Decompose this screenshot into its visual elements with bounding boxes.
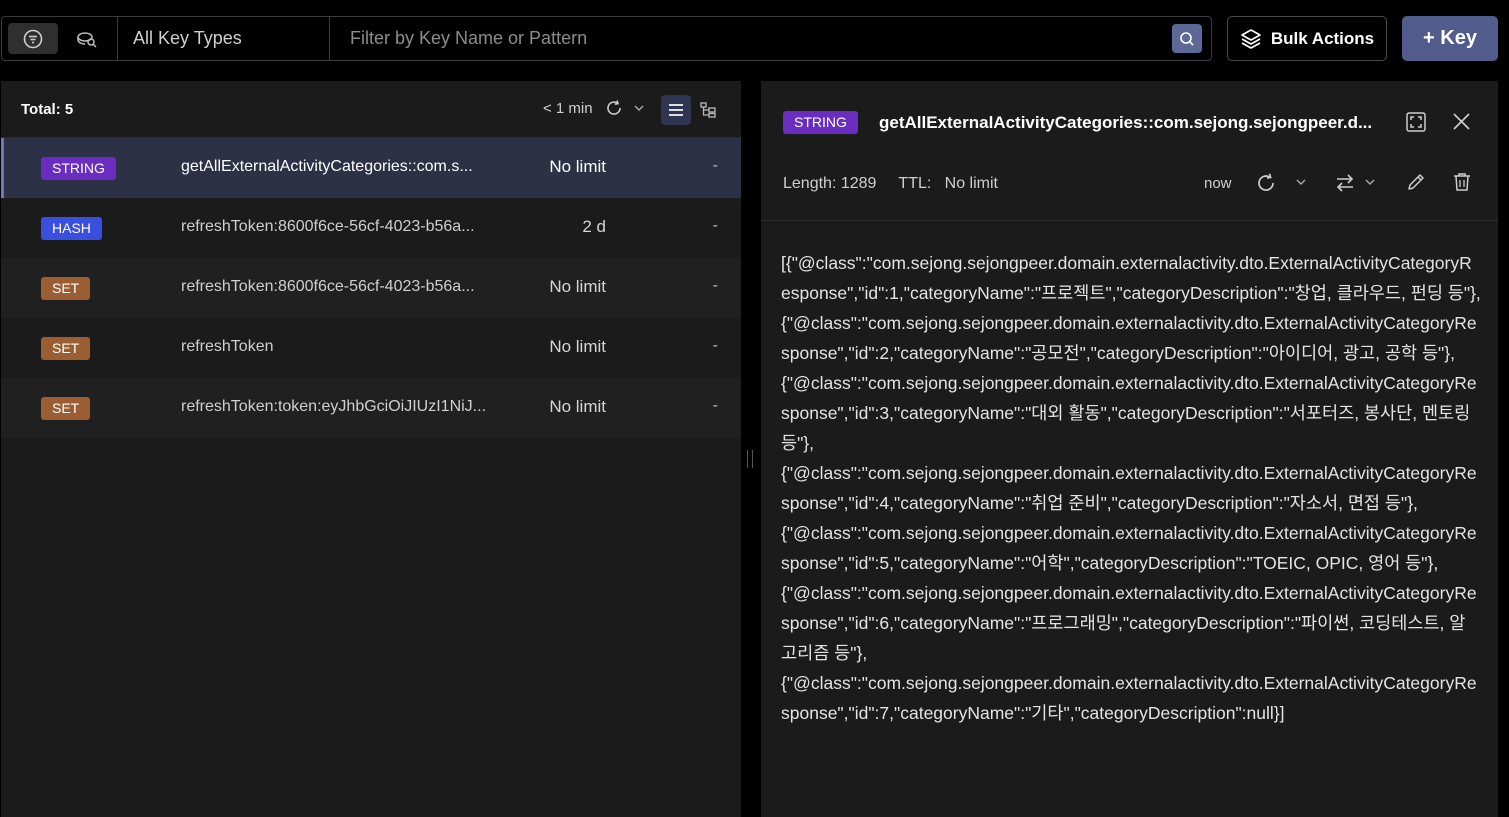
key-type-badge: HASH (41, 217, 102, 240)
key-ttl: No limit (549, 157, 606, 176)
refresh-icon[interactable] (605, 99, 623, 117)
panel-resize-handle[interactable] (747, 450, 753, 468)
key-length: Length: 1289 (783, 175, 877, 192)
key-size: - (712, 217, 718, 234)
tree-view-icon (700, 102, 716, 118)
key-list-header: Total: 5 < 1 min (1, 81, 741, 138)
key-detail-panel: STRING getAllExternalActivityCategories:… (761, 81, 1498, 817)
key-filter-input[interactable] (330, 17, 1211, 60)
bulk-actions-button[interactable]: Bulk Actions (1227, 16, 1387, 61)
add-key-button[interactable]: + Key (1402, 16, 1498, 61)
search-view-icon (76, 30, 98, 48)
key-list-panel: Total: 5 < 1 min STRING getAllExternalAc… (1, 81, 741, 817)
ttl-value: No limit (944, 175, 998, 192)
refresh-icon[interactable] (1255, 172, 1277, 194)
key-name: refreshToken:8600f6ce-56cf-4023-b56a... (181, 218, 475, 235)
search-wrap (330, 17, 1211, 60)
key-row[interactable]: SET refreshToken:8600f6ce-56cf-4023-b56a… (1, 258, 741, 318)
key-meta: Length: 1289 TTL: No limit (783, 175, 998, 193)
pencil-icon[interactable] (1405, 171, 1427, 193)
key-type-badge: SET (41, 397, 91, 420)
key-size: - (712, 157, 718, 174)
list-view-icon (668, 103, 684, 117)
key-size: - (712, 337, 718, 354)
list-view-button[interactable] (661, 95, 691, 125)
search-view-button[interactable] (62, 23, 112, 54)
bulk-actions-label: Bulk Actions (1270, 28, 1375, 48)
trash-icon[interactable] (1451, 171, 1473, 193)
key-type-select[interactable]: All Key Types (118, 17, 330, 60)
auto-refresh-chevron-down-icon[interactable] (1296, 178, 1306, 186)
filter-view-button[interactable] (8, 23, 58, 54)
key-type-badge: SET (41, 337, 91, 360)
key-row[interactable]: SET refreshToken:token:eyJhbGciOiJIUzI1N… (1, 378, 741, 438)
key-ttl: 2 d (582, 217, 606, 236)
total-count: Total: 5 (21, 100, 74, 118)
ttl-label: TTL: (898, 175, 932, 192)
format-chevron-down-icon[interactable] (1365, 178, 1375, 186)
key-ttl: No limit (549, 397, 606, 416)
key-size: - (712, 397, 718, 414)
key-ttl: No limit (549, 277, 606, 296)
key-name: getAllExternalActivityCategories::com.s.… (181, 158, 473, 175)
auto-refresh-chevron-down-icon[interactable] (634, 104, 644, 112)
expand-icon[interactable] (1405, 111, 1427, 133)
key-name: refreshToken (181, 338, 274, 355)
last-updated: now (1204, 175, 1232, 192)
filter-bar: All Key Types (1, 16, 1212, 61)
key-name: refreshToken:8600f6ce-56cf-4023-b56a... (181, 278, 475, 295)
key-row[interactable]: SET refreshToken No limit - (1, 318, 741, 378)
detail-type-badge: STRING (783, 111, 858, 134)
search-icon (1179, 31, 1195, 47)
key-size: - (712, 277, 718, 294)
key-row[interactable]: STRING getAllExternalActivityCategories:… (1, 138, 741, 198)
key-type-badge: SET (41, 277, 91, 300)
top-toolbar: All Key Types Bulk Actions + Key (0, 0, 1509, 78)
detail-key-name[interactable]: getAllExternalActivityCategories::com.se… (879, 113, 1372, 133)
key-value-text[interactable]: [{"@class":"com.sejong.sejongpeer.domain… (781, 248, 1481, 728)
key-detail-header: STRING getAllExternalActivityCategories:… (761, 81, 1498, 221)
search-button[interactable] (1172, 24, 1202, 53)
last-refresh-time: < 1 min (543, 100, 593, 117)
filter-icon (23, 29, 43, 49)
tree-view-button[interactable] (693, 95, 723, 125)
view-mode-toggle (2, 17, 118, 60)
key-ttl: No limit (549, 337, 606, 356)
key-ttl-info[interactable]: TTL: No limit (898, 175, 998, 193)
key-type-badge: STRING (41, 157, 116, 180)
swap-icon[interactable] (1334, 172, 1356, 194)
key-row[interactable]: HASH refreshToken:8600f6ce-56cf-4023-b56… (1, 198, 741, 258)
close-icon[interactable] (1452, 112, 1471, 131)
layers-icon (1240, 28, 1262, 50)
